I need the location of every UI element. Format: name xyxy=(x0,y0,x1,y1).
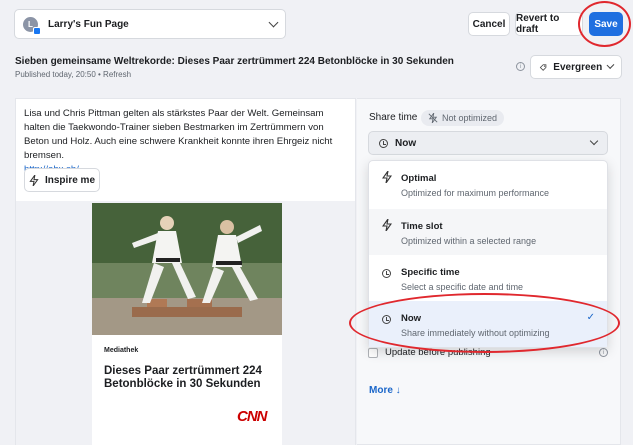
option-title: Optimal xyxy=(401,173,437,184)
option-time-slot[interactable]: Time slot Optimized within a selected ra… xyxy=(369,209,607,255)
option-title: Specific time xyxy=(401,267,460,278)
option-description: Select a specific date and time xyxy=(401,282,524,292)
inspire-me-label: Inspire me xyxy=(44,174,96,186)
share-time-selected: Now xyxy=(395,137,417,149)
option-description: Optimized for maximum performance xyxy=(401,188,550,198)
page-name: Larry's Fun Page xyxy=(48,18,129,30)
page-selector[interactable]: L Larry's Fun Page xyxy=(14,9,286,39)
option-title: Time slot xyxy=(401,221,443,232)
annotation-circle-now xyxy=(349,293,620,353)
post-text-editor[interactable]: Lisa und Chris Pittman gelten als stärks… xyxy=(24,107,349,177)
preview-image xyxy=(92,203,282,335)
post-text: Lisa und Chris Pittman gelten als stärks… xyxy=(24,108,333,161)
chevron-down-icon xyxy=(589,136,599,146)
bolt-icon xyxy=(381,170,393,186)
card-headline: Dieses Paar zertrümmert 224 Betonblöcke … xyxy=(104,365,262,390)
card-source-label: Mediathek xyxy=(104,347,139,354)
link-preview-card[interactable]: Mediathek Dieses Paar zertrümmert 224 Be… xyxy=(92,203,282,445)
cnn-logo: CNN xyxy=(237,408,267,425)
post-meta: Published today, 20:50 • Refresh xyxy=(15,70,132,79)
avatar: L xyxy=(23,16,41,35)
post-editor-panel: Lisa und Chris Pittman gelten als stärks… xyxy=(15,98,356,445)
not-optimized-label: Not optimized xyxy=(442,113,498,123)
cancel-button[interactable]: Cancel xyxy=(468,12,510,36)
post-title: Sieben gemeinsame Weltrekorde: Dieses Pa… xyxy=(15,56,454,67)
bolt-icon xyxy=(29,174,39,186)
clock-icon xyxy=(382,269,391,278)
update-checkbox[interactable] xyxy=(368,347,378,358)
inspire-me-button[interactable]: Inspire me xyxy=(24,168,100,192)
evergreen-label: Evergreen xyxy=(553,61,603,73)
info-icon[interactable]: i xyxy=(599,348,608,357)
share-time-select[interactable]: Now xyxy=(368,131,608,155)
chevron-down-icon xyxy=(606,61,615,69)
option-description: Optimized within a selected range xyxy=(401,236,537,246)
revert-to-draft-button[interactable]: Revert to draft xyxy=(515,12,583,36)
bolt-off-icon xyxy=(428,113,438,123)
facebook-icon xyxy=(33,26,41,35)
tag-icon xyxy=(539,63,547,71)
option-optimal[interactable]: Optimal Optimized for maximum performanc… xyxy=(369,161,607,209)
evergreen-dropdown[interactable]: Evergreen xyxy=(530,55,622,79)
info-icon[interactable]: i xyxy=(516,62,525,71)
bolt-icon xyxy=(381,218,393,234)
chevron-down-icon xyxy=(268,17,279,27)
more-link[interactable]: More ↓ xyxy=(369,385,401,396)
annotation-circle-save xyxy=(578,1,631,47)
not-optimized-badge: Not optimized xyxy=(421,110,505,126)
clock-icon xyxy=(379,138,388,148)
share-time-label: Share time xyxy=(369,112,418,123)
